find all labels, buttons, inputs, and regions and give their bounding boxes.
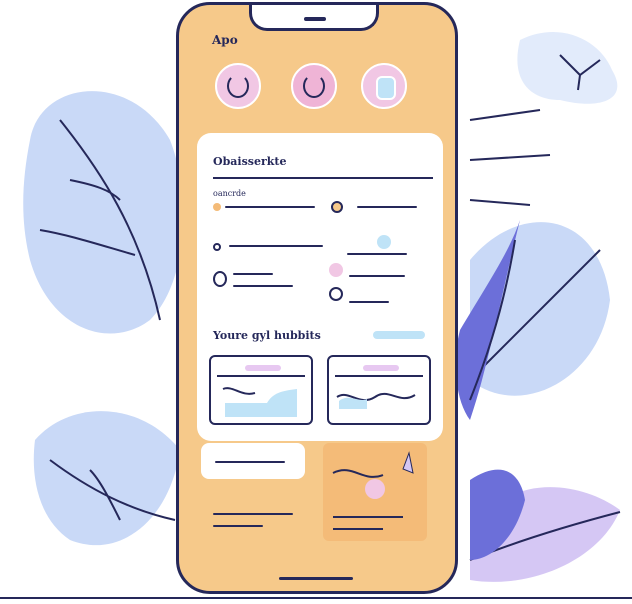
wave-chart-icon bbox=[222, 387, 297, 417]
speaker-icon bbox=[304, 17, 326, 21]
status-dot bbox=[213, 203, 221, 211]
card-title: Obaisserkte bbox=[213, 155, 287, 168]
list-item bbox=[349, 275, 405, 277]
list-item bbox=[357, 206, 417, 208]
wave-chart-icon bbox=[332, 451, 414, 530]
wave-chart-icon bbox=[336, 392, 416, 409]
status-dot bbox=[329, 263, 343, 277]
app-circle-icon[interactable] bbox=[291, 63, 337, 109]
leaf-icon bbox=[377, 235, 391, 249]
divider bbox=[213, 177, 433, 179]
home-indicator[interactable] bbox=[279, 577, 353, 580]
habits-pill[interactable] bbox=[373, 331, 425, 339]
phone-notch bbox=[249, 5, 379, 31]
habit-tile[interactable] bbox=[327, 355, 431, 425]
summary-card[interactable] bbox=[201, 443, 305, 479]
list-item bbox=[213, 513, 293, 515]
list-item bbox=[349, 301, 389, 303]
app-circle-icon[interactable] bbox=[215, 63, 261, 109]
list-item bbox=[229, 245, 323, 247]
list-item bbox=[233, 285, 293, 287]
phone-frame: Apo Obaisserkte oancrde Youre gyl hubbit… bbox=[176, 2, 458, 594]
list-item bbox=[233, 273, 273, 275]
app-circle-icon[interactable] bbox=[361, 63, 407, 109]
status-dot bbox=[213, 243, 221, 251]
card-subtitle: oancrde bbox=[213, 189, 246, 198]
status-dot bbox=[213, 271, 227, 287]
habits-title: Youre gyl hubbits bbox=[213, 329, 321, 342]
list-item bbox=[225, 206, 315, 208]
leaf-icon bbox=[23, 91, 184, 334]
leaf-icon bbox=[33, 411, 180, 546]
chart-panel bbox=[323, 443, 427, 541]
content-card: Obaisserkte oancrde Youre gyl hubbits bbox=[197, 133, 443, 441]
status-dot bbox=[331, 201, 343, 213]
list-item bbox=[215, 461, 285, 463]
app-title: Apo bbox=[212, 33, 238, 47]
status-dot bbox=[329, 287, 343, 301]
list-item bbox=[347, 253, 407, 255]
habit-tile[interactable] bbox=[209, 355, 313, 425]
list-item bbox=[213, 525, 263, 527]
